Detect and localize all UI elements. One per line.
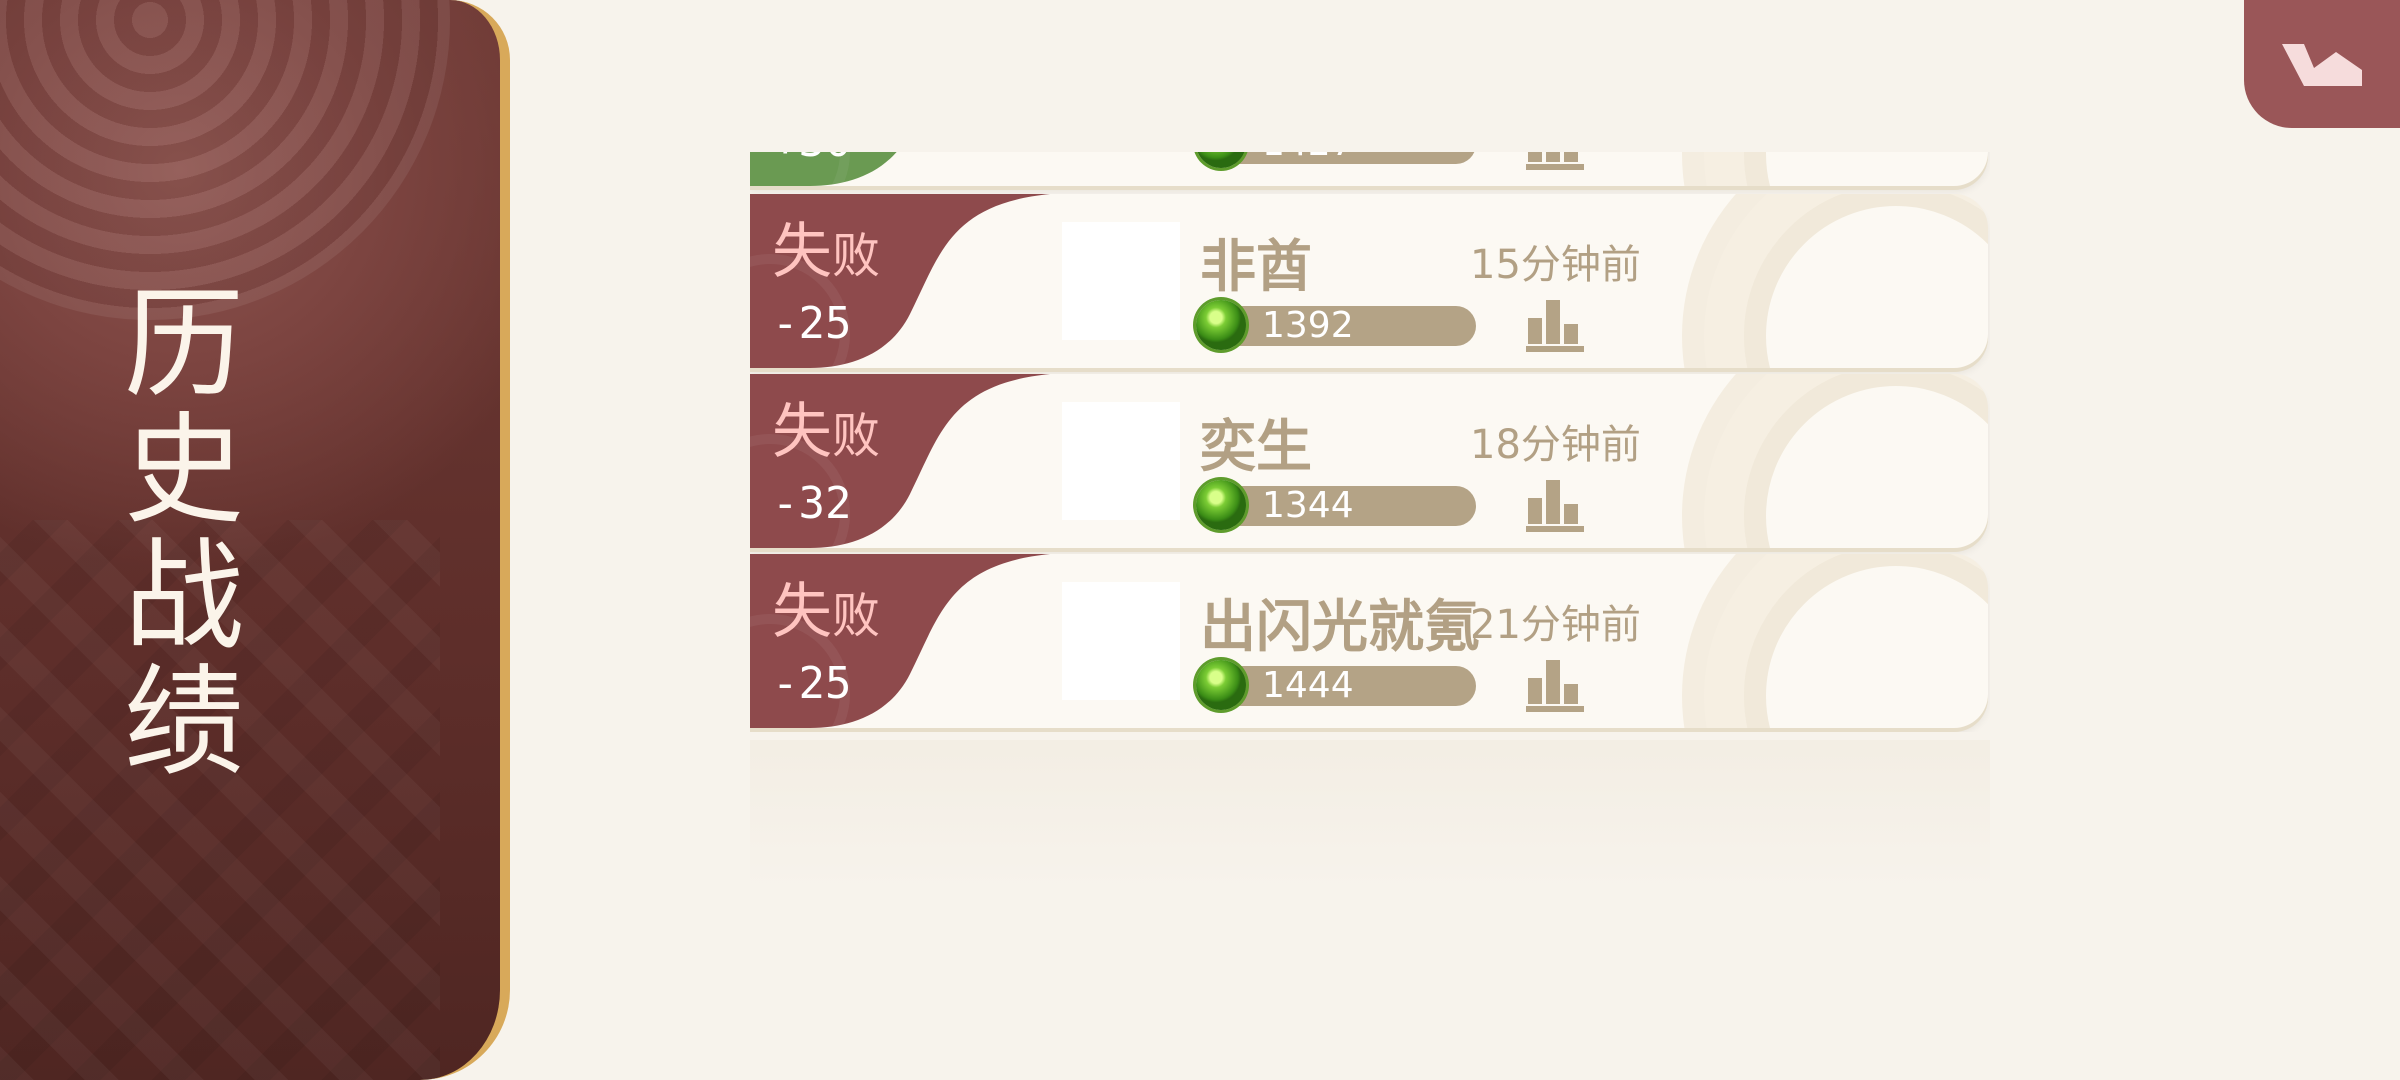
gem-icon bbox=[1196, 480, 1246, 530]
card-decoration bbox=[1744, 554, 1988, 728]
avatar[interactable] bbox=[1062, 402, 1180, 520]
score-value: 1444 bbox=[1262, 665, 1354, 706]
result-panel: 胜利 +30 bbox=[750, 152, 1080, 186]
list-item[interactable]: 失败 -25 出闪光就氪 21分钟前 1444 bbox=[750, 554, 1988, 728]
gem-icon bbox=[1196, 660, 1246, 710]
avatar[interactable] bbox=[1062, 582, 1180, 700]
rating-delta: -32 bbox=[772, 478, 852, 529]
score-value: 1392 bbox=[1262, 305, 1354, 346]
score-bar: 1427 bbox=[1196, 152, 1476, 168]
result-panel: 失败 -25 bbox=[750, 194, 1080, 368]
score-value: 1427 bbox=[1262, 152, 1354, 164]
side-panel: 历史战绩 bbox=[0, 0, 510, 1080]
list-item[interactable]: 胜利 +30 1427 bbox=[750, 152, 1988, 186]
stats-button[interactable] bbox=[1526, 478, 1586, 532]
back-button[interactable] bbox=[2244, 0, 2400, 128]
result-panel: 失败 -32 bbox=[750, 374, 1080, 548]
opponent-name: 非酋 bbox=[1200, 235, 1312, 300]
history-list[interactable]: 胜利 +30 1427 失败 -25 非酋 15分钟前 139 bbox=[750, 152, 1990, 732]
gem-icon bbox=[1196, 300, 1246, 350]
opponent-name: 出闪光就氪 bbox=[1200, 595, 1480, 660]
rating-delta: -25 bbox=[772, 298, 852, 349]
result-label: 失败 bbox=[772, 217, 881, 287]
stats-button[interactable] bbox=[1526, 658, 1586, 712]
card-decoration bbox=[1744, 374, 1988, 548]
stats-button[interactable] bbox=[1526, 298, 1586, 352]
result-label: 失败 bbox=[772, 397, 881, 467]
bar-chart-icon bbox=[1526, 480, 1584, 532]
gem-icon bbox=[1196, 152, 1246, 168]
result-panel: 失败 -25 bbox=[750, 554, 1080, 728]
back-arrow-icon bbox=[2282, 44, 2362, 86]
bar-chart-icon bbox=[1526, 300, 1584, 352]
bar-chart-icon bbox=[1526, 660, 1584, 712]
page-title: 历史战绩 bbox=[103, 280, 242, 784]
rating-delta: +30 bbox=[772, 152, 851, 167]
rating-delta: -25 bbox=[772, 658, 852, 709]
match-time: 18分钟前 bbox=[1470, 422, 1641, 468]
list-fade bbox=[750, 740, 1990, 890]
match-time: 15分钟前 bbox=[1470, 242, 1641, 288]
match-time: 21分钟前 bbox=[1470, 602, 1641, 648]
stats-button[interactable] bbox=[1526, 152, 1586, 170]
decorative-disc bbox=[0, 0, 450, 320]
avatar[interactable] bbox=[1062, 222, 1180, 340]
result-label: 失败 bbox=[772, 577, 881, 647]
list-item[interactable]: 失败 -32 奕生 18分钟前 1344 bbox=[750, 374, 1988, 548]
opponent-name: 奕生 bbox=[1200, 415, 1312, 480]
score-bar: 1344 bbox=[1196, 480, 1476, 530]
score-bar: 1444 bbox=[1196, 660, 1476, 710]
score-bar: 1392 bbox=[1196, 300, 1476, 350]
score-value: 1344 bbox=[1262, 485, 1354, 526]
bar-chart-icon bbox=[1526, 152, 1584, 170]
list-item[interactable]: 失败 -25 非酋 15分钟前 1392 bbox=[750, 194, 1988, 368]
card-decoration bbox=[1744, 152, 1988, 186]
card-decoration bbox=[1744, 194, 1988, 368]
